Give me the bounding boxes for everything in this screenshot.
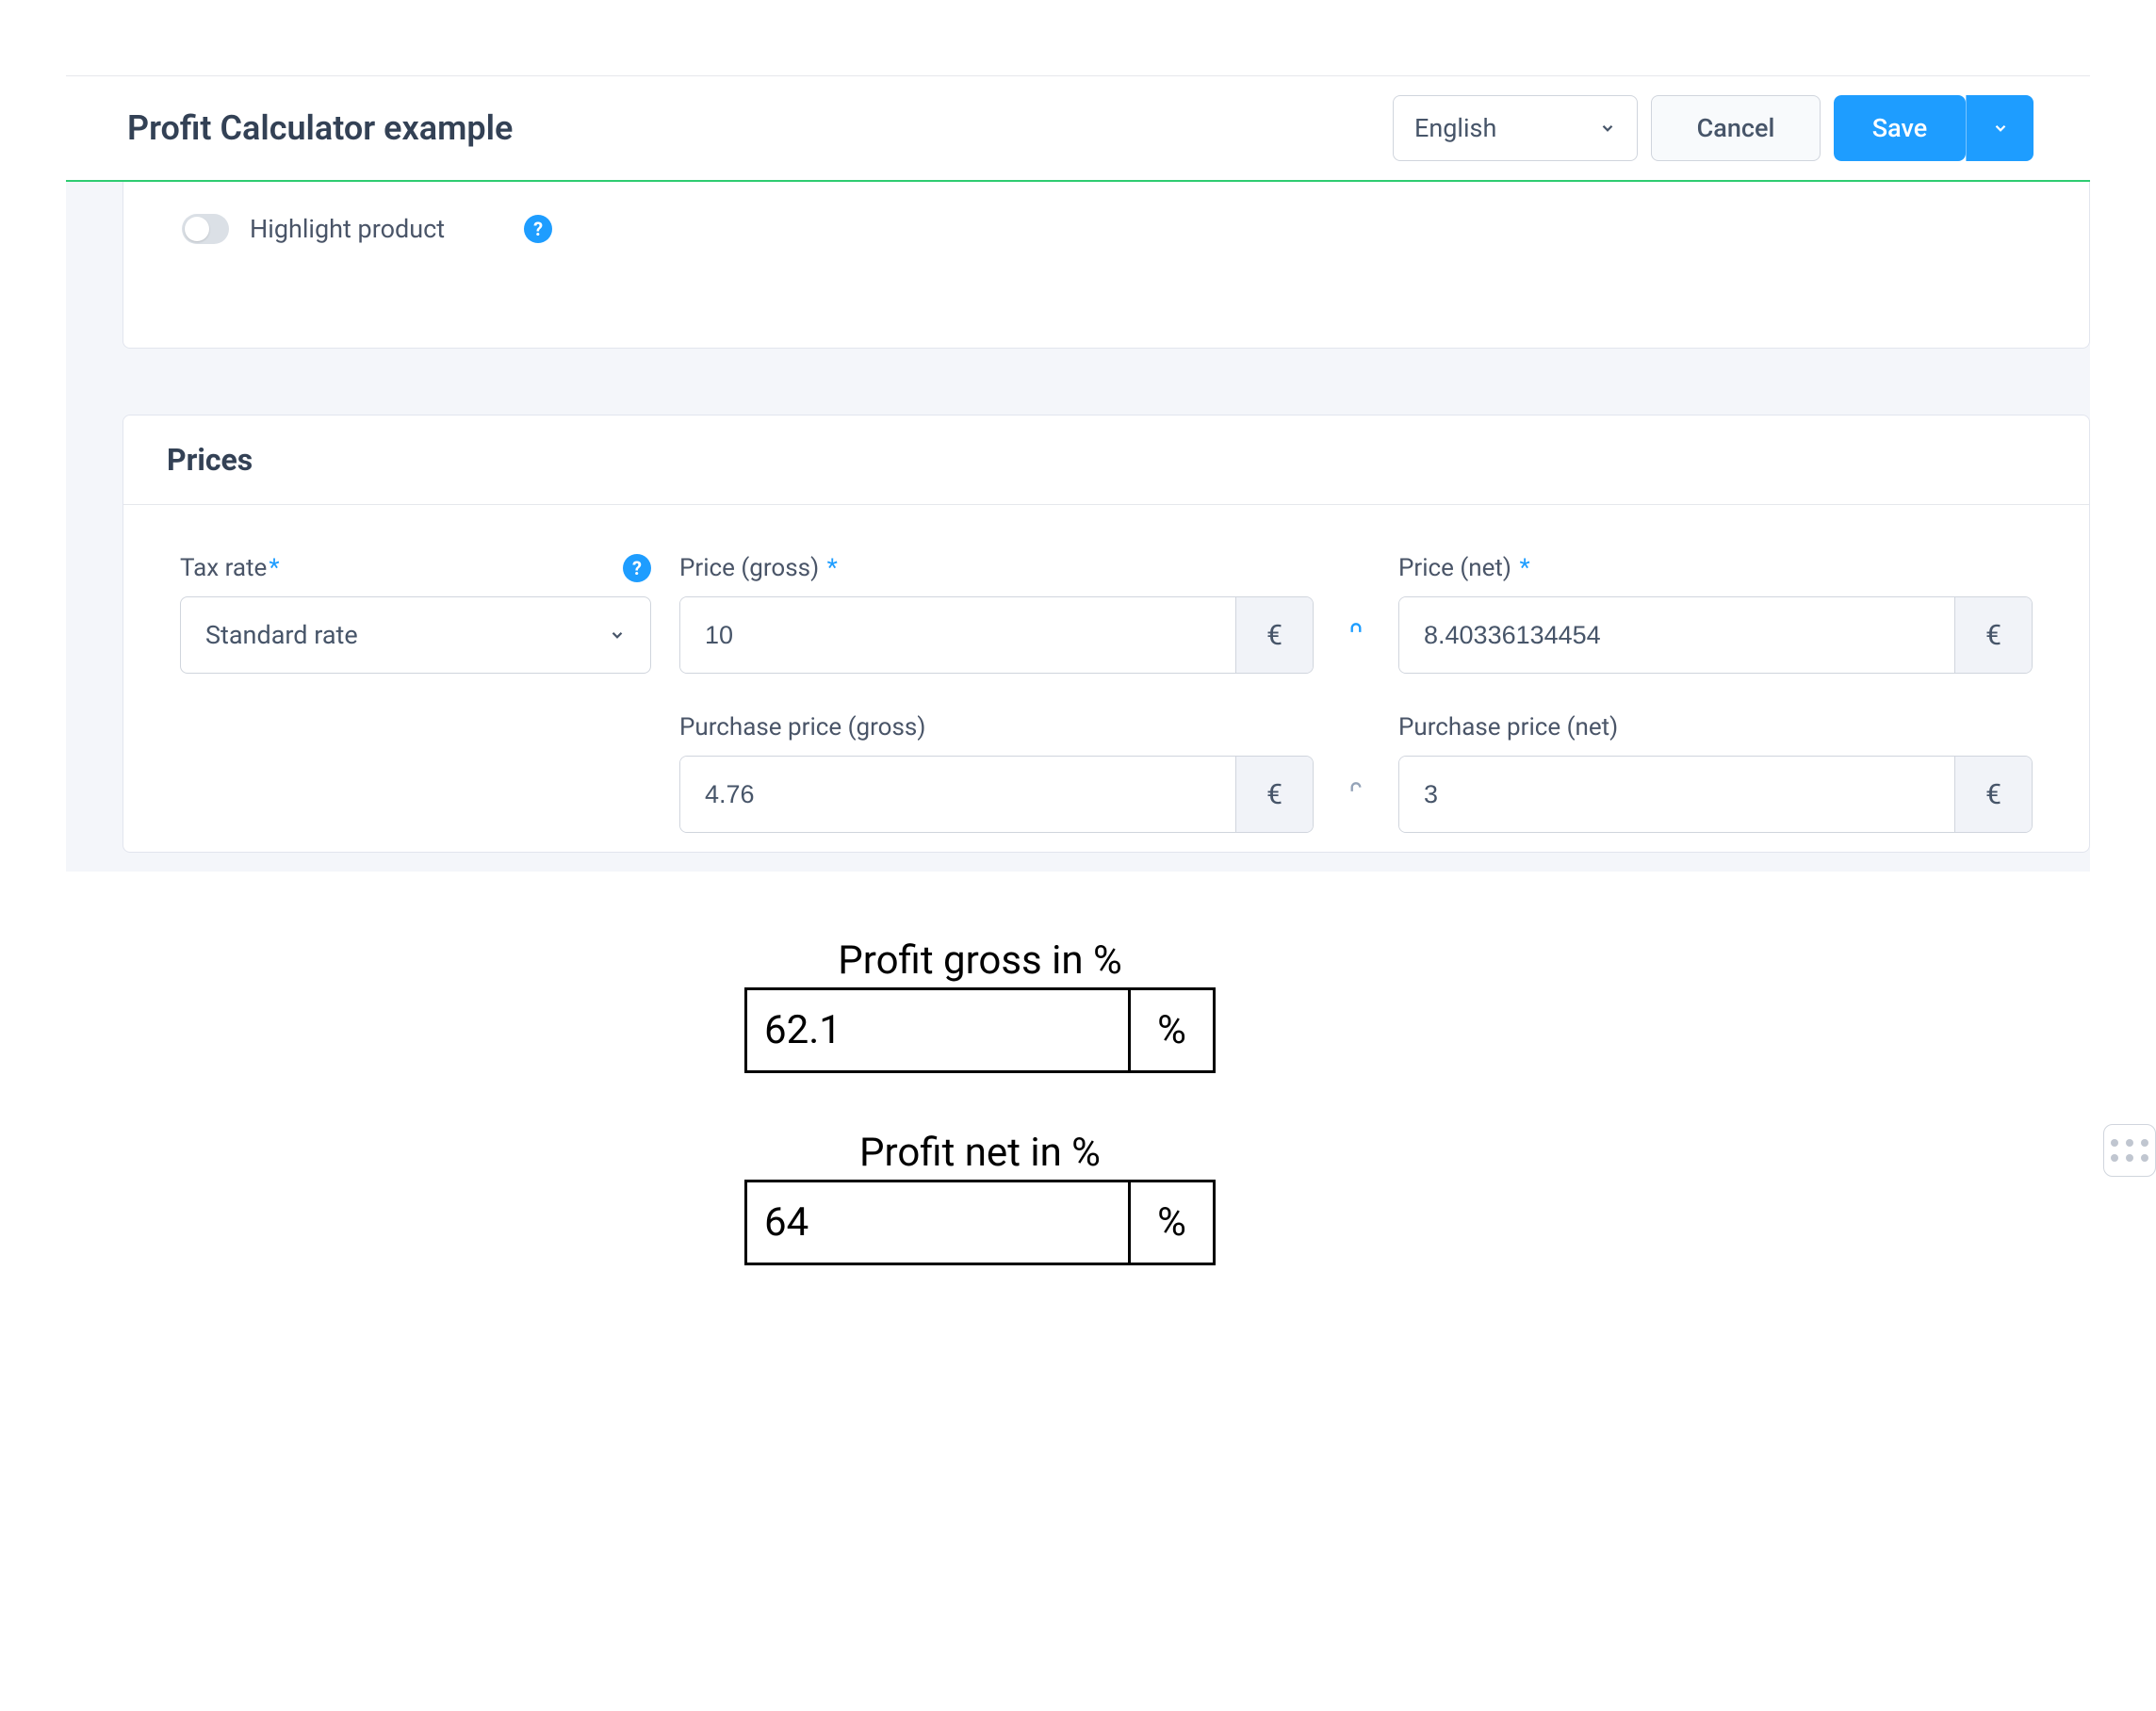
cancel-button[interactable]: Cancel [1651,95,1821,161]
profit-net-value: 64 [747,1182,1128,1263]
profit-net-block: Profit net in % 64 % [744,1130,2090,1265]
purchase-net-label: Purchase price (net) [1398,713,2033,741]
help-icon[interactable] [623,554,651,582]
highlight-toggle[interactable] [182,214,229,244]
price-net-input[interactable] [1399,597,1954,673]
currency-suffix: € [1954,597,2032,673]
price-gross-input[interactable] [680,597,1235,673]
currency-suffix: € [1954,757,2032,832]
profit-gross-value: 62.1 [747,990,1128,1070]
purchase-net-input[interactable] [1399,757,1954,832]
price-net-label: Price (net) * [1398,554,2033,582]
profit-net-title: Profit net in % [744,1130,1216,1176]
currency-suffix: € [1235,597,1313,673]
drag-handle-icon[interactable] [2103,1124,2156,1177]
currency-suffix: € [1235,757,1313,832]
highlight-label: Highlight product [250,214,445,244]
chevron-down-icon [1599,120,1616,137]
tax-rate-label: Tax rate* [180,554,280,582]
tax-rate-select[interactable]: Standard rate [180,596,651,674]
lock-open-icon[interactable] [1344,779,1368,807]
purchase-gross-input[interactable] [680,757,1235,832]
header-bar: Profit Calculator example English Cancel… [66,76,2090,182]
profit-gross-title: Profit gross in % [744,937,1216,984]
prices-card: Prices Tax rate* Standard rate [122,415,2090,853]
percent-suffix: % [1128,1182,1213,1263]
purchase-gross-label: Purchase price (gross) [679,713,1314,741]
profit-gross-block: Profit gross in % 62.1 % [744,937,2090,1073]
tax-rate-value: Standard rate [205,620,358,650]
chevron-down-icon [609,627,626,644]
save-button-dropdown[interactable] [1966,95,2034,161]
highlight-card: Highlight product [122,182,2090,349]
language-select[interactable]: English [1393,95,1638,161]
chevron-down-icon [1992,120,2009,137]
save-button-label: Save [1872,113,1927,143]
language-select-value: English [1414,113,1496,143]
price-gross-label: Price (gross) * [679,554,1314,582]
cancel-button-label: Cancel [1697,113,1775,143]
percent-suffix: % [1128,990,1213,1070]
lock-closed-icon[interactable] [1344,620,1368,648]
prices-section-title: Prices [123,416,2089,505]
page-title: Profit Calculator example [127,108,513,148]
help-icon[interactable] [524,215,552,243]
save-button[interactable]: Save [1834,95,1966,161]
